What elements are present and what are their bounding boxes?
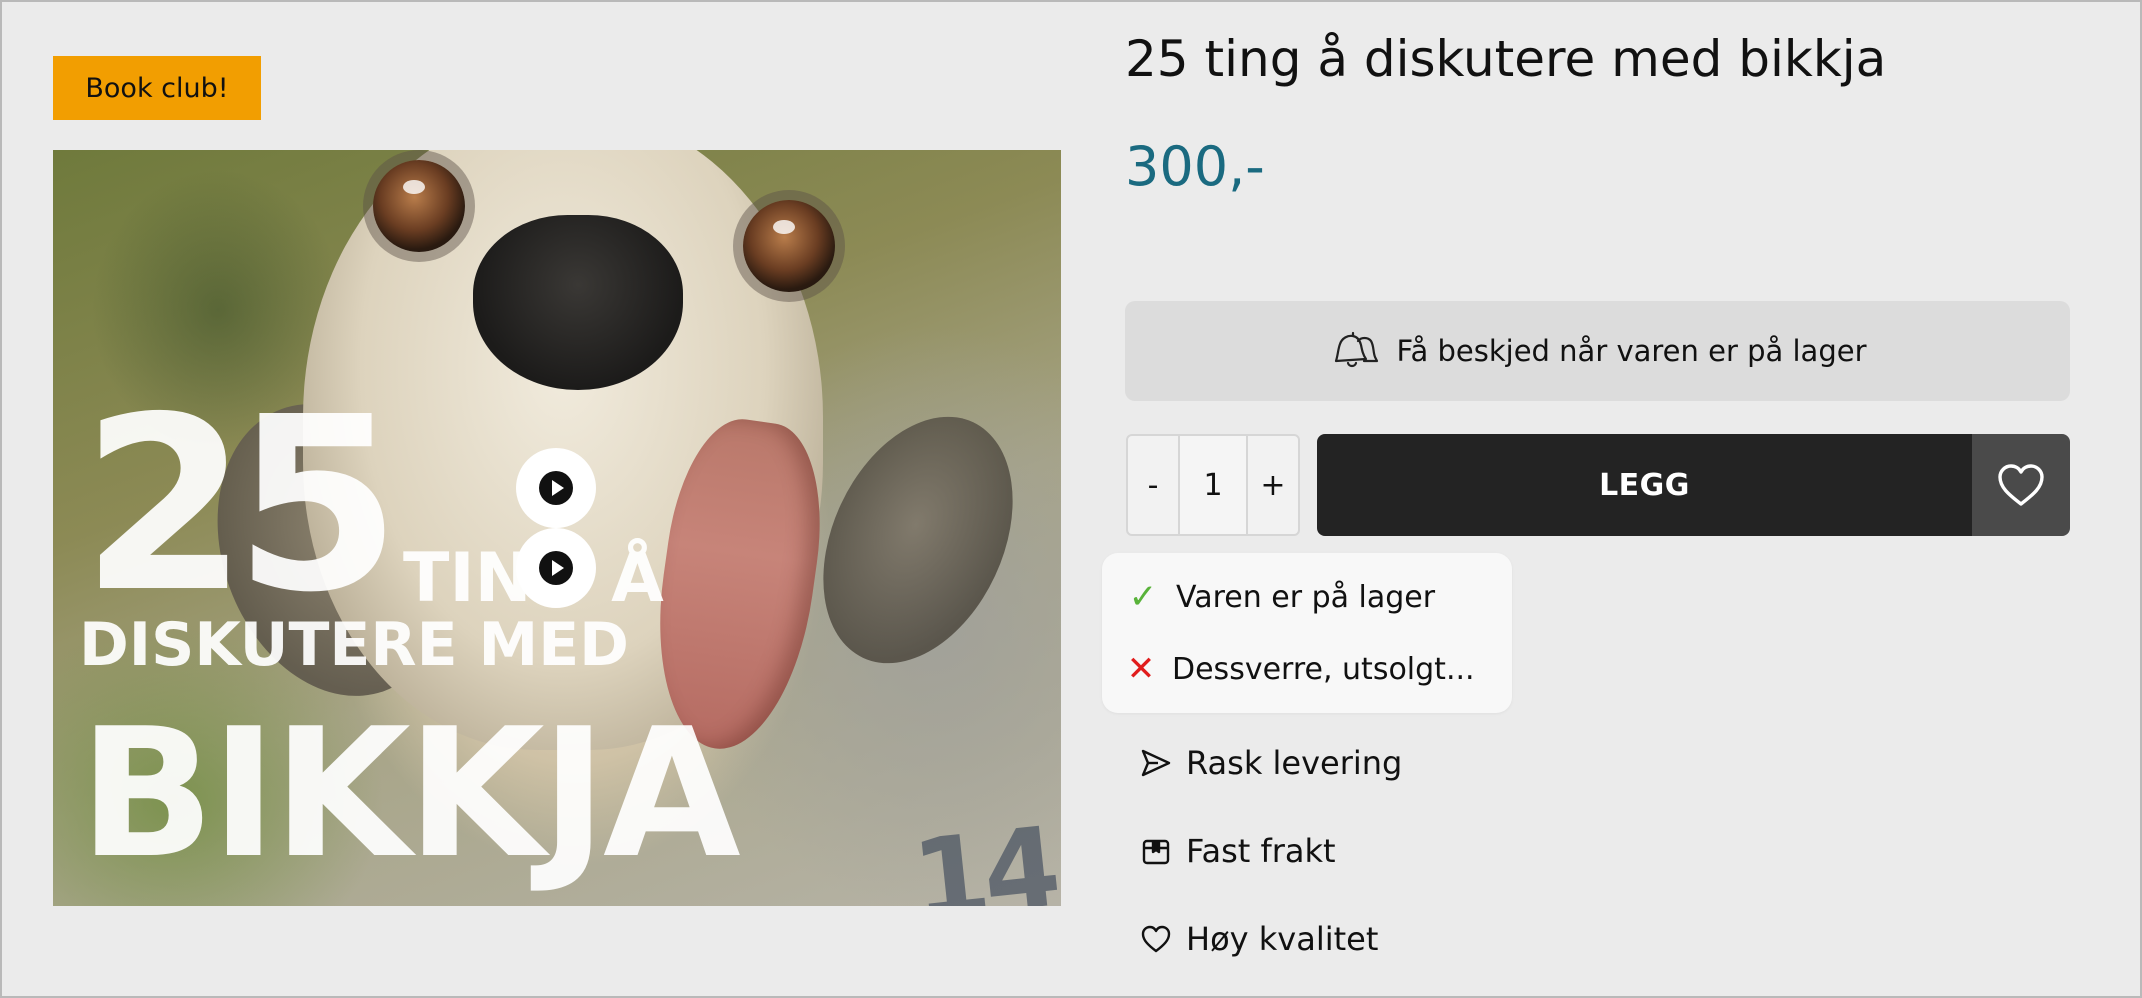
dog-eye-left xyxy=(373,160,465,252)
in-stock-row[interactable]: ✓ Varen er på lager xyxy=(1124,577,1435,617)
send-icon xyxy=(1141,749,1171,777)
sold-out-label: Dessverre, utsolgt... xyxy=(1172,651,1475,687)
dog-nose xyxy=(473,215,683,390)
feature-fast-delivery: Rask levering xyxy=(1140,744,1402,782)
notify-in-stock-button[interactable]: Få beskjed når varen er på lager xyxy=(1125,301,2070,401)
cover-line-3: BIKKJA xyxy=(79,690,741,897)
feature-fixed-shipping: Fast frakt xyxy=(1140,832,1336,870)
quantity-decrease-button[interactable]: - xyxy=(1128,436,1178,534)
bell-icon xyxy=(1335,331,1379,368)
product-price: 300,- xyxy=(1125,135,1265,198)
quantity-increase-button[interactable]: + xyxy=(1248,436,1298,534)
in-stock-label: Varen er på lager xyxy=(1176,579,1436,615)
feature-label: Rask levering xyxy=(1186,744,1403,782)
cover-number: 25 xyxy=(81,365,401,645)
sold-out-row[interactable]: ✕ Dessverre, utsolgt... xyxy=(1124,649,1475,689)
shirt-number: 14 xyxy=(906,802,1061,906)
box-icon xyxy=(1142,839,1170,865)
product-title: 25 ting å diskutere med bikkja xyxy=(1125,30,1887,88)
play-icon[interactable] xyxy=(516,448,596,528)
notify-label: Få beskjed når varen er på lager xyxy=(1396,334,1867,368)
play-icon[interactable] xyxy=(516,528,596,608)
feature-high-quality: Høy kvalitet xyxy=(1140,920,1378,958)
heart-icon xyxy=(1998,464,2044,506)
dog-eye-right xyxy=(743,200,835,292)
book-club-badge[interactable]: Book club! xyxy=(53,56,261,120)
heart-outline-icon xyxy=(1141,925,1171,953)
dog-ear-right xyxy=(786,386,1050,694)
favorite-button[interactable] xyxy=(1972,434,2070,536)
close-icon: ✕ xyxy=(1126,649,1156,689)
feature-label: Høy kvalitet xyxy=(1186,920,1379,958)
quantity-stepper[interactable]: - 1 + xyxy=(1126,434,1300,536)
feature-label: Fast frakt xyxy=(1186,832,1336,870)
check-icon: ✓ xyxy=(1128,577,1158,617)
quantity-input[interactable]: 1 xyxy=(1178,436,1248,534)
add-to-cart-button[interactable]: LEGG xyxy=(1317,434,1972,536)
product-image[interactable]: 14 25 TING Å DISKUTERE MED BIKKJA xyxy=(53,150,1061,906)
stock-status-popup: ✓ Varen er på lager ✕ Dessverre, utsolgt… xyxy=(1102,553,1512,713)
cover-line-2: DISKUTERE MED xyxy=(79,610,629,680)
